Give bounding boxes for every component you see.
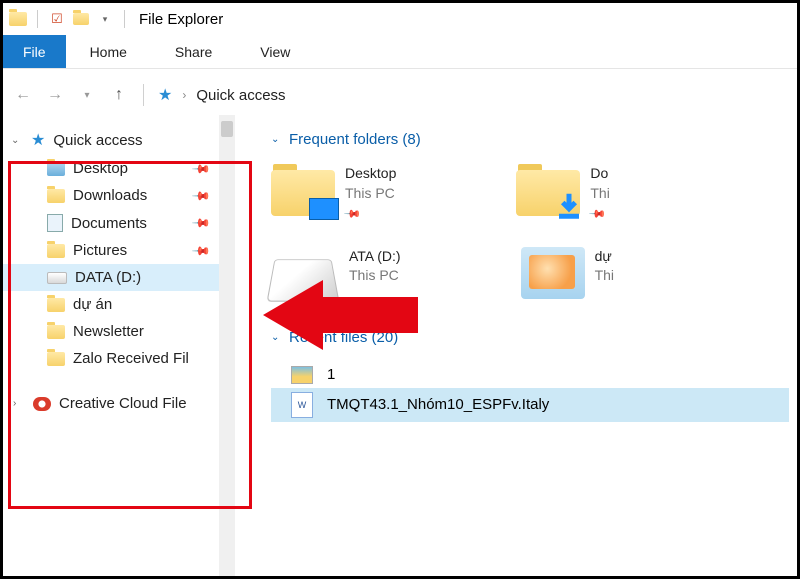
pin-icon: 📌 (342, 205, 363, 226)
home-tab[interactable]: Home (66, 35, 151, 68)
sidebar-item-newsletter[interactable]: Newsletter (3, 318, 235, 345)
sidebar-item-du-an[interactable]: dự án (3, 291, 235, 318)
annotation-arrow-icon (263, 275, 423, 355)
folder-icon (47, 162, 65, 176)
folder-icon (9, 10, 27, 28)
document-icon (47, 214, 63, 232)
sidebar-item-label: Pictures (73, 242, 127, 259)
sidebar-item-desktop[interactable]: Desktop 📌 (3, 155, 235, 182)
up-icon[interactable]: ↑ (109, 85, 129, 105)
back-icon[interactable]: ← (13, 85, 33, 105)
breadcrumb-chevron-icon: › (182, 88, 186, 102)
folder-location: Thi (595, 266, 614, 286)
folder-name: Do (590, 164, 609, 184)
sidebar-item-label: Desktop (73, 160, 128, 177)
chevron-right-icon: › (13, 398, 25, 409)
sidebar-item-documents[interactable]: Documents 📌 (3, 209, 235, 237)
ribbon: File Home Share View (3, 35, 797, 69)
folder-icon (47, 189, 65, 203)
sidebar-item-data-d[interactable]: DATA (D:) (3, 264, 235, 291)
sidebar-scrollbar[interactable] (219, 115, 235, 576)
file-name: TMQT43.1_Nhóm10_ESPFv.Italy (327, 396, 549, 413)
separator (124, 10, 125, 28)
navbar: ← → ▾ ↑ ★ › Quick access (3, 75, 797, 115)
folder-large-icon (521, 247, 585, 299)
sidebar-item-label: Zalo Received Fil (73, 350, 189, 367)
folder-location: This PC (345, 184, 396, 204)
sidebar-item-label: Documents (71, 215, 147, 232)
folder-location: Thi (590, 184, 609, 204)
folder-name: dự (595, 247, 614, 267)
sidebar-item-zalo[interactable]: Zalo Received Fil (3, 345, 235, 372)
folder-icon (47, 352, 65, 366)
sidebar-creative-cloud[interactable]: › Creative Cloud File (3, 390, 235, 417)
sidebar-item-label: DATA (D:) (75, 269, 141, 286)
folder-item-downloads[interactable]: Do Thi 📌 (516, 164, 609, 223)
folder-icon (47, 298, 65, 312)
chevron-down-icon: ⌄ (271, 134, 283, 145)
word-file-icon: W (291, 392, 313, 418)
recent-file-1[interactable]: 1 (271, 362, 797, 388)
sidebar-item-label: Quick access (53, 132, 142, 149)
sidebar-item-label: Newsletter (73, 323, 144, 340)
customize-qat-icon[interactable]: ▾ (96, 10, 114, 28)
pin-icon: 📌 (191, 185, 211, 205)
sidebar-item-label: dự án (73, 296, 112, 313)
sidebar-quick-access[interactable]: ⌄ ★ Quick access (3, 125, 235, 155)
sidebar-item-label: Downloads (73, 187, 147, 204)
folder-icon (47, 244, 65, 258)
folder-item-du-an[interactable]: dự Thi (521, 247, 614, 301)
share-tab[interactable]: Share (151, 35, 236, 68)
download-arrow-icon (554, 190, 584, 220)
pin-icon: 📌 (587, 205, 608, 226)
separator (37, 10, 38, 28)
folder-item-desktop[interactable]: Desktop This PC 📌 (271, 164, 396, 223)
sidebar-item-downloads[interactable]: Downloads 📌 (3, 182, 235, 209)
file-tab[interactable]: File (3, 35, 66, 68)
breadcrumb-location: Quick access (196, 87, 285, 104)
folder-large-icon (271, 164, 335, 216)
recent-file-tmqt[interactable]: W TMQT43.1_Nhóm10_ESPFv.Italy (271, 388, 789, 422)
frequent-folders-header[interactable]: ⌄ Frequent folders (8) (271, 131, 797, 148)
view-tab[interactable]: View (236, 35, 314, 68)
titlebar: ☑ ▾ File Explorer (3, 3, 797, 35)
folder-name: Desktop (345, 164, 396, 184)
creative-cloud-icon (33, 397, 51, 411)
folder-name: ATA (D:) (349, 247, 401, 267)
section-label: Frequent folders (8) (289, 131, 421, 148)
chevron-down-icon: ⌄ (11, 135, 23, 146)
folder-large-icon (516, 164, 580, 216)
navigation-pane: ⌄ ★ Quick access Desktop 📌 Downloads 📌 D… (3, 115, 235, 576)
sidebar-item-pictures[interactable]: Pictures 📌 (3, 237, 235, 264)
new-folder-icon[interactable] (72, 10, 90, 28)
folder-icon (47, 325, 65, 339)
sidebar-item-label: Creative Cloud File (59, 395, 187, 412)
window-title: File Explorer (139, 11, 223, 28)
image-file-icon (291, 366, 313, 384)
recent-dropdown-icon[interactable]: ▾ (77, 85, 97, 105)
pin-icon: 📌 (191, 158, 211, 178)
frequent-folders-grid: Desktop This PC 📌 Do Thi 📌 (271, 164, 797, 223)
pin-icon: 📌 (191, 213, 211, 233)
breadcrumb[interactable]: ★ › Quick access (158, 85, 286, 105)
pin-icon: 📌 (191, 240, 211, 260)
properties-icon[interactable]: ☑ (48, 10, 66, 28)
file-name: 1 (327, 366, 335, 383)
drive-icon (47, 272, 67, 284)
quick-access-icon: ★ (158, 85, 172, 105)
forward-icon[interactable]: → (45, 85, 65, 105)
quick-access-icon: ★ (31, 130, 45, 150)
separator (143, 84, 144, 106)
